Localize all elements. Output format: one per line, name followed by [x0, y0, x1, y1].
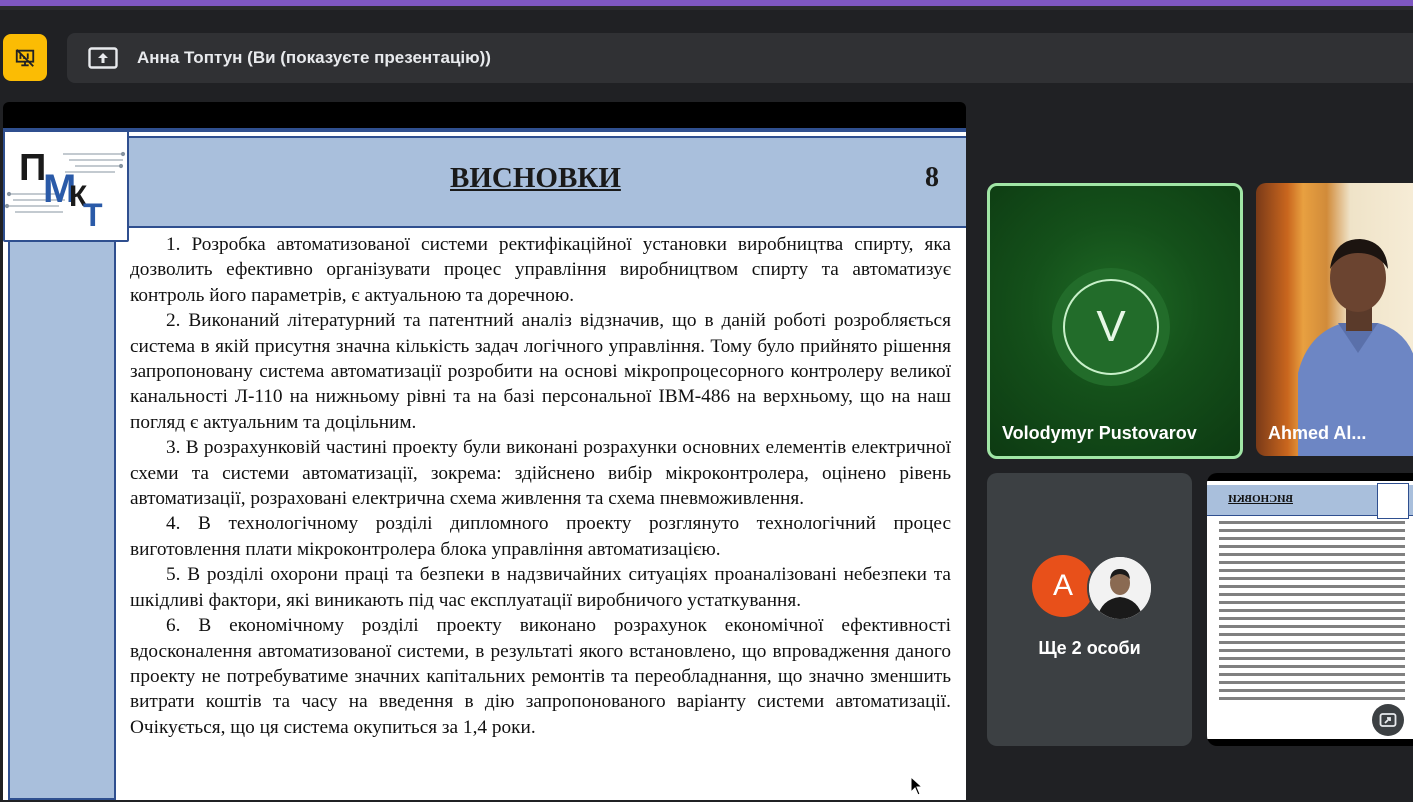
present-screen-icon — [88, 47, 118, 69]
slide-sidebar — [8, 228, 116, 800]
avatar-initial: V — [1063, 279, 1159, 375]
expand-icon — [1379, 713, 1397, 727]
svg-text:Т: Т — [83, 197, 103, 233]
mini-slide-text — [1219, 521, 1405, 705]
mouse-cursor-icon — [910, 776, 924, 796]
self-name: Анна Топтун — [1231, 711, 1312, 726]
presentation-off-icon — [15, 48, 35, 67]
avatar: A — [1032, 555, 1094, 617]
slide-paragraph: 4. В технологічному розділі дипломного п… — [130, 513, 951, 560]
participant-name: Ahmed Al... — [1268, 423, 1367, 443]
slide-title: ВИСНОВКИ — [450, 162, 621, 194]
slide-paragraph: 2. Виконаний літературний та патентний а… — [130, 310, 951, 433]
presenting-status-text: Анна Топтун (Ви (показуєте презентацію)) — [137, 48, 491, 67]
participant-video — [1298, 239, 1413, 456]
self-view-presentation: ВИСНОВКИ — [1207, 481, 1413, 739]
mini-slide-title: ВИСНОВКИ — [1228, 493, 1293, 505]
more-participants-tile[interactable]: A Ще 2 особи — [987, 473, 1192, 746]
participant-name: Volodymyr Pustovarov — [1002, 423, 1197, 443]
slide-top-line — [3, 128, 966, 132]
slide-paragraph: 3. В розрахунковій частині проекту були … — [130, 437, 951, 510]
participant-tile-ahmed[interactable]: Ahmed Al... — [1256, 183, 1413, 456]
slide-logo: П М К Т — [3, 130, 129, 242]
slide-page-number: 8 — [925, 162, 939, 193]
slide-body: 1. Розробка автоматизованої системи рект… — [130, 232, 951, 740]
top-divider — [0, 6, 1413, 10]
slide-paragraph: 1. Розробка автоматизованої системи рект… — [130, 234, 951, 306]
participant-tile-volodymyr[interactable]: V Volodymyr Pustovarov — [987, 183, 1243, 459]
avatar-photo — [1087, 555, 1153, 621]
more-participants-label: Ще 2 особи — [1038, 638, 1141, 658]
slide-paragraph: 6. В економічному розділі проекту викона… — [130, 615, 951, 738]
avatar: V — [1052, 268, 1170, 386]
slide-paragraph: 5. В розділі охорони праці та безпеки в … — [130, 564, 951, 611]
mini-slide-logo — [1377, 483, 1409, 519]
shared-presentation: П М К Т ВИСНОВКИ 8 1. Розробка автоматиз… — [3, 102, 966, 800]
presentation-off-button[interactable] — [3, 34, 47, 81]
slide: П М К Т ВИСНОВКИ 8 1. Розробка автоматиз… — [3, 128, 966, 800]
presenting-banner: Анна Топтун (Ви (показуєте презентацію)) — [67, 33, 1413, 83]
expand-button[interactable] — [1372, 704, 1404, 736]
